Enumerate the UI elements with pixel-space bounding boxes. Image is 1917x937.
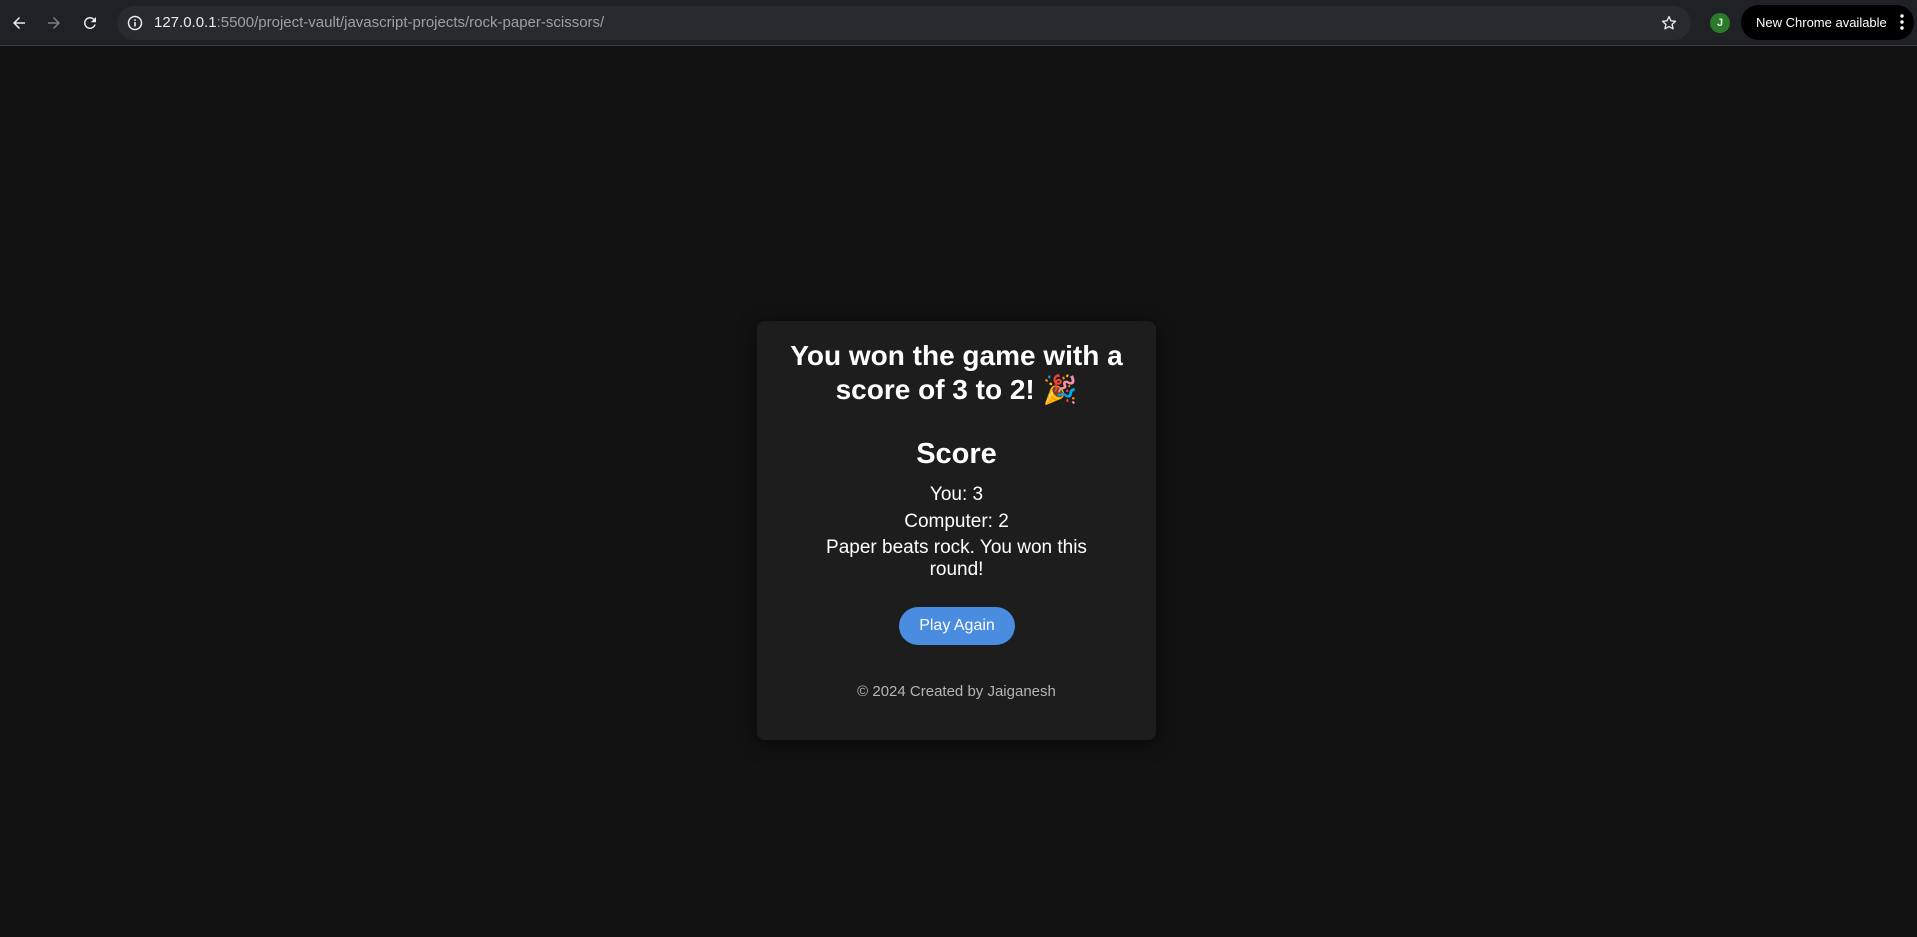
chrome-update-button[interactable]: New Chrome available (1741, 5, 1914, 40)
forward-button[interactable] (38, 7, 70, 39)
back-button[interactable] (3, 7, 35, 39)
profile-avatar[interactable]: J (1710, 13, 1730, 33)
address-bar[interactable]: 127.0.0.1:5500/project-vault/javascript-… (117, 6, 1691, 40)
bookmark-button[interactable] (1658, 12, 1680, 34)
browser-toolbar: 127.0.0.1:5500/project-vault/javascript-… (0, 0, 1917, 46)
play-again-button[interactable]: Play Again (899, 607, 1015, 645)
reload-icon (83, 16, 96, 29)
player-score: You: 3 (929, 484, 984, 505)
url-host: 127.0.0.1 (154, 14, 217, 31)
footer-credit: © 2024 Created by Jaiganesh (857, 683, 1056, 700)
score-heading: Score (916, 438, 997, 470)
update-label: New Chrome available (1756, 15, 1887, 30)
site-info-icon (127, 15, 143, 31)
bookmark-star-icon (1661, 15, 1677, 30)
game-result-title: You won the game with a score of 3 to 2!… (790, 340, 1123, 405)
site-info-button[interactable] (123, 11, 147, 35)
forward-icon (48, 17, 60, 29)
reload-button[interactable] (74, 7, 106, 39)
url-text[interactable]: 127.0.0.1:5500/project-vault/javascript-… (154, 14, 604, 31)
more-menu-icon[interactable] (1900, 13, 1904, 31)
game-card: You won the game with a score of 3 to 2!… (757, 321, 1156, 740)
back-icon (13, 17, 25, 29)
round-result-message: Paper beats rock. You won this round! (826, 537, 1087, 580)
computer-score: Computer: 2 (904, 511, 1009, 532)
url-path: :5500/project-vault/javascript-projects/… (216, 14, 605, 31)
